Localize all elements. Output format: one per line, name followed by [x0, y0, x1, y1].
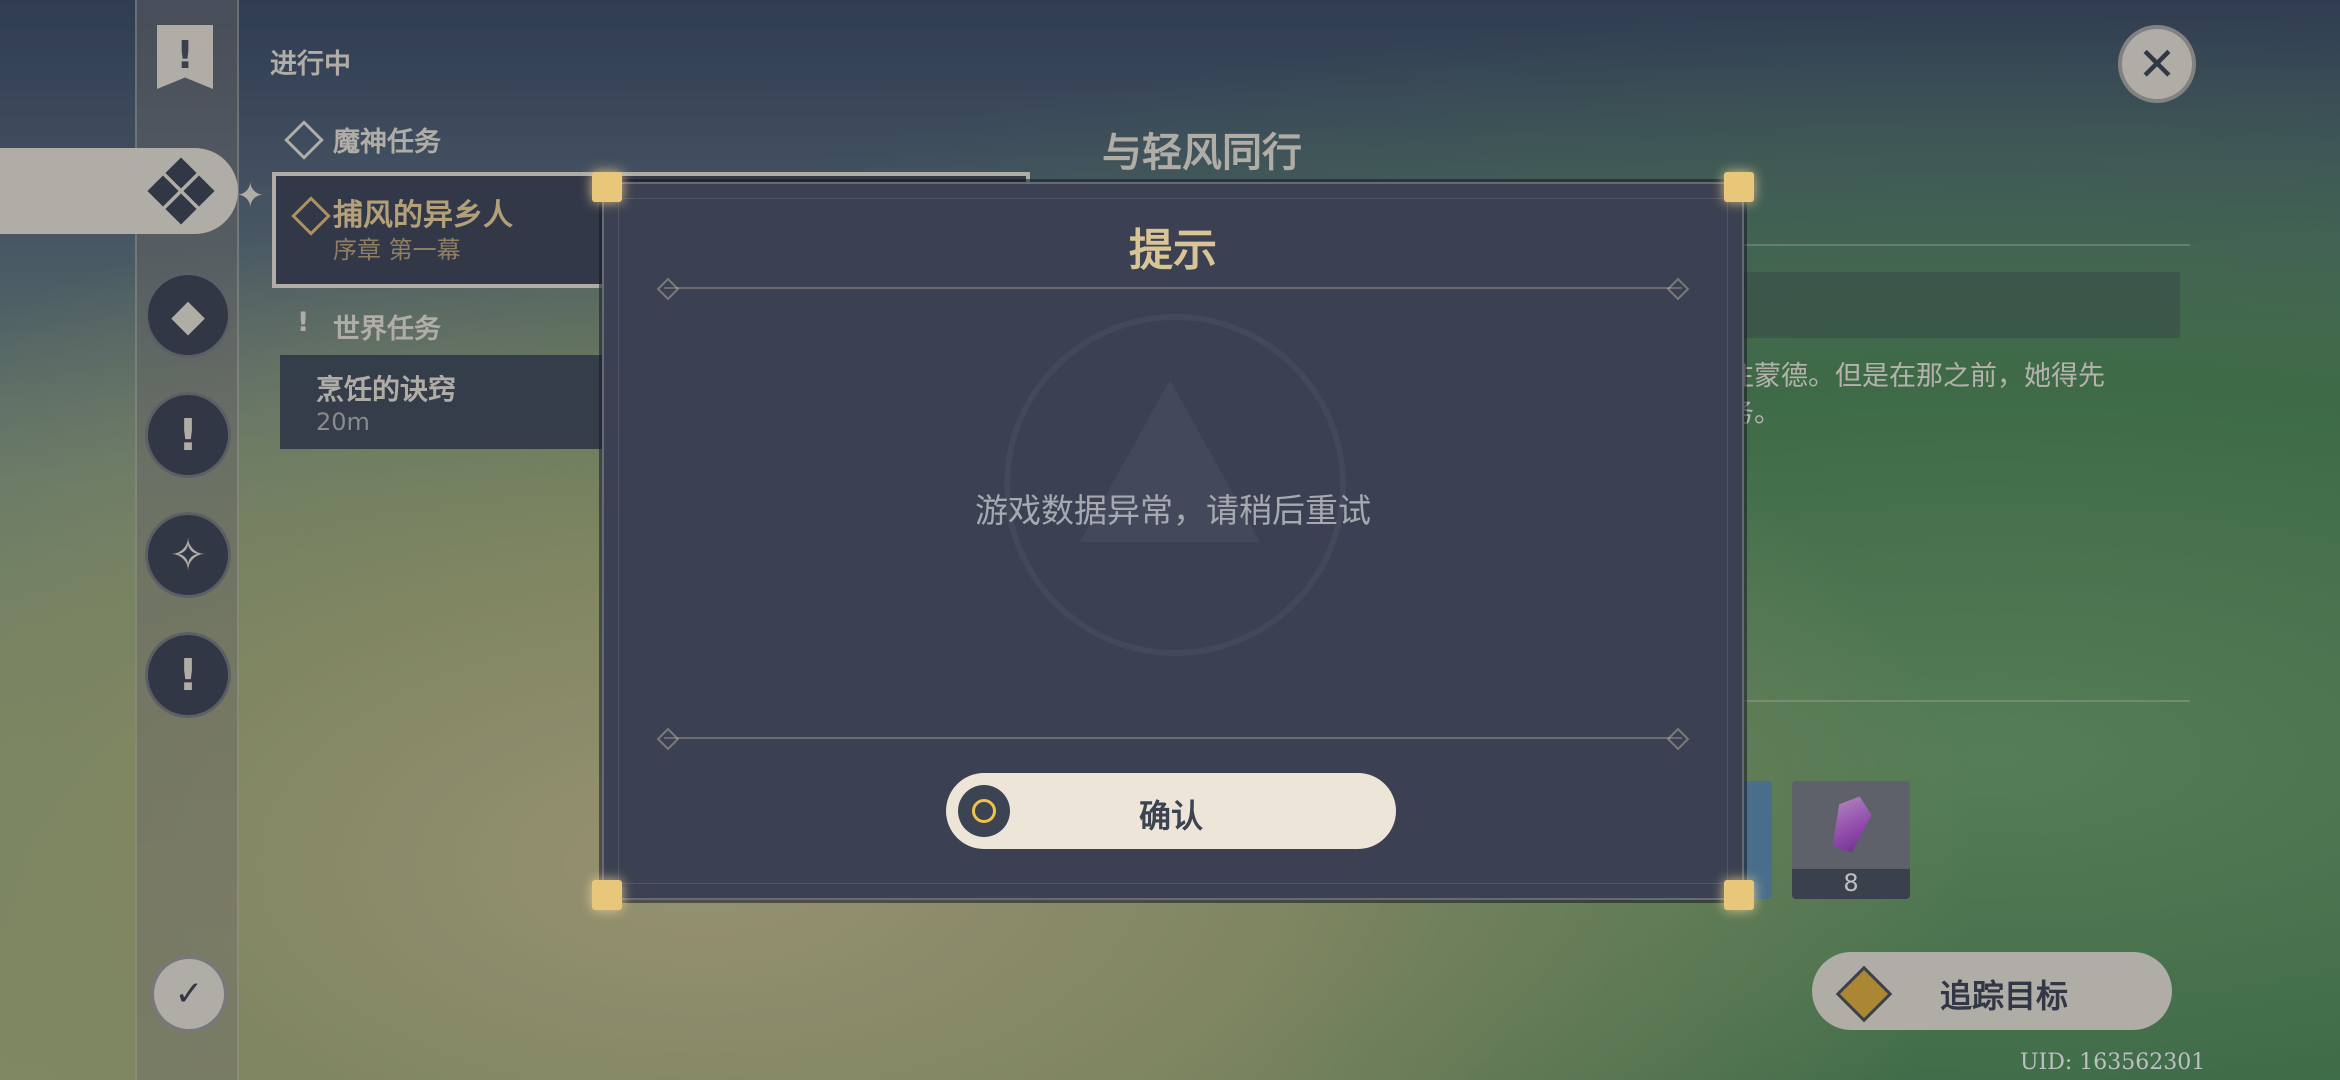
dialog-divider: [664, 737, 1682, 739]
corner-ornament: [592, 880, 622, 910]
alert-dialog: 提示 游戏数据异常，请稍后重试 确认: [592, 172, 1754, 910]
corner-ornament: [1724, 880, 1754, 910]
corner-ornament: [592, 172, 622, 202]
confirm-label: 确认: [1138, 797, 1203, 835]
dialog-message: 游戏数据异常，请稍后重试: [975, 491, 1371, 530]
dialog-title: 提示: [1129, 225, 1217, 276]
confirm-button[interactable]: 确认: [946, 773, 1396, 849]
dialog-divider: [664, 287, 1682, 289]
corner-ornament: [1724, 172, 1754, 202]
